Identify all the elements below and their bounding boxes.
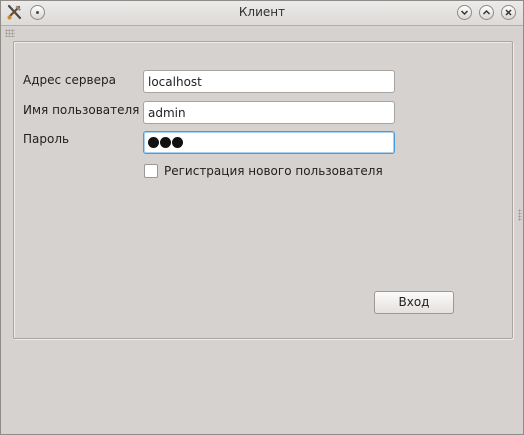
password-mask-dot xyxy=(172,137,183,148)
client-window: Клиент Адрес сервера Имя пользователя Па… xyxy=(0,0,524,435)
login-button[interactable]: Вход xyxy=(374,291,454,314)
minimize-button[interactable] xyxy=(457,5,472,20)
register-new-user-label[interactable]: Регистрация нового пользователя xyxy=(164,164,383,178)
minimize-icon xyxy=(460,10,469,16)
username-label: Имя пользователя xyxy=(23,103,140,117)
password-input[interactable] xyxy=(143,131,395,154)
password-mask-dot xyxy=(148,137,159,148)
maximize-icon xyxy=(482,9,491,15)
password-mask xyxy=(148,137,183,148)
resize-grip-handle[interactable] xyxy=(518,209,522,221)
server-address-input[interactable] xyxy=(143,70,395,93)
password-label: Пароль xyxy=(23,132,70,146)
close-button[interactable] xyxy=(501,5,516,20)
username-input[interactable] xyxy=(143,101,395,124)
register-new-user-checkbox[interactable] xyxy=(144,164,158,178)
password-mask-dot xyxy=(160,137,171,148)
maximize-button[interactable] xyxy=(479,5,494,20)
server-address-label: Адрес сервера xyxy=(23,73,116,87)
toolbar-grip-handle[interactable] xyxy=(5,29,15,37)
window-title: Клиент xyxy=(238,5,286,19)
close-icon xyxy=(505,9,512,16)
title-bar[interactable]: Клиент xyxy=(1,1,523,26)
